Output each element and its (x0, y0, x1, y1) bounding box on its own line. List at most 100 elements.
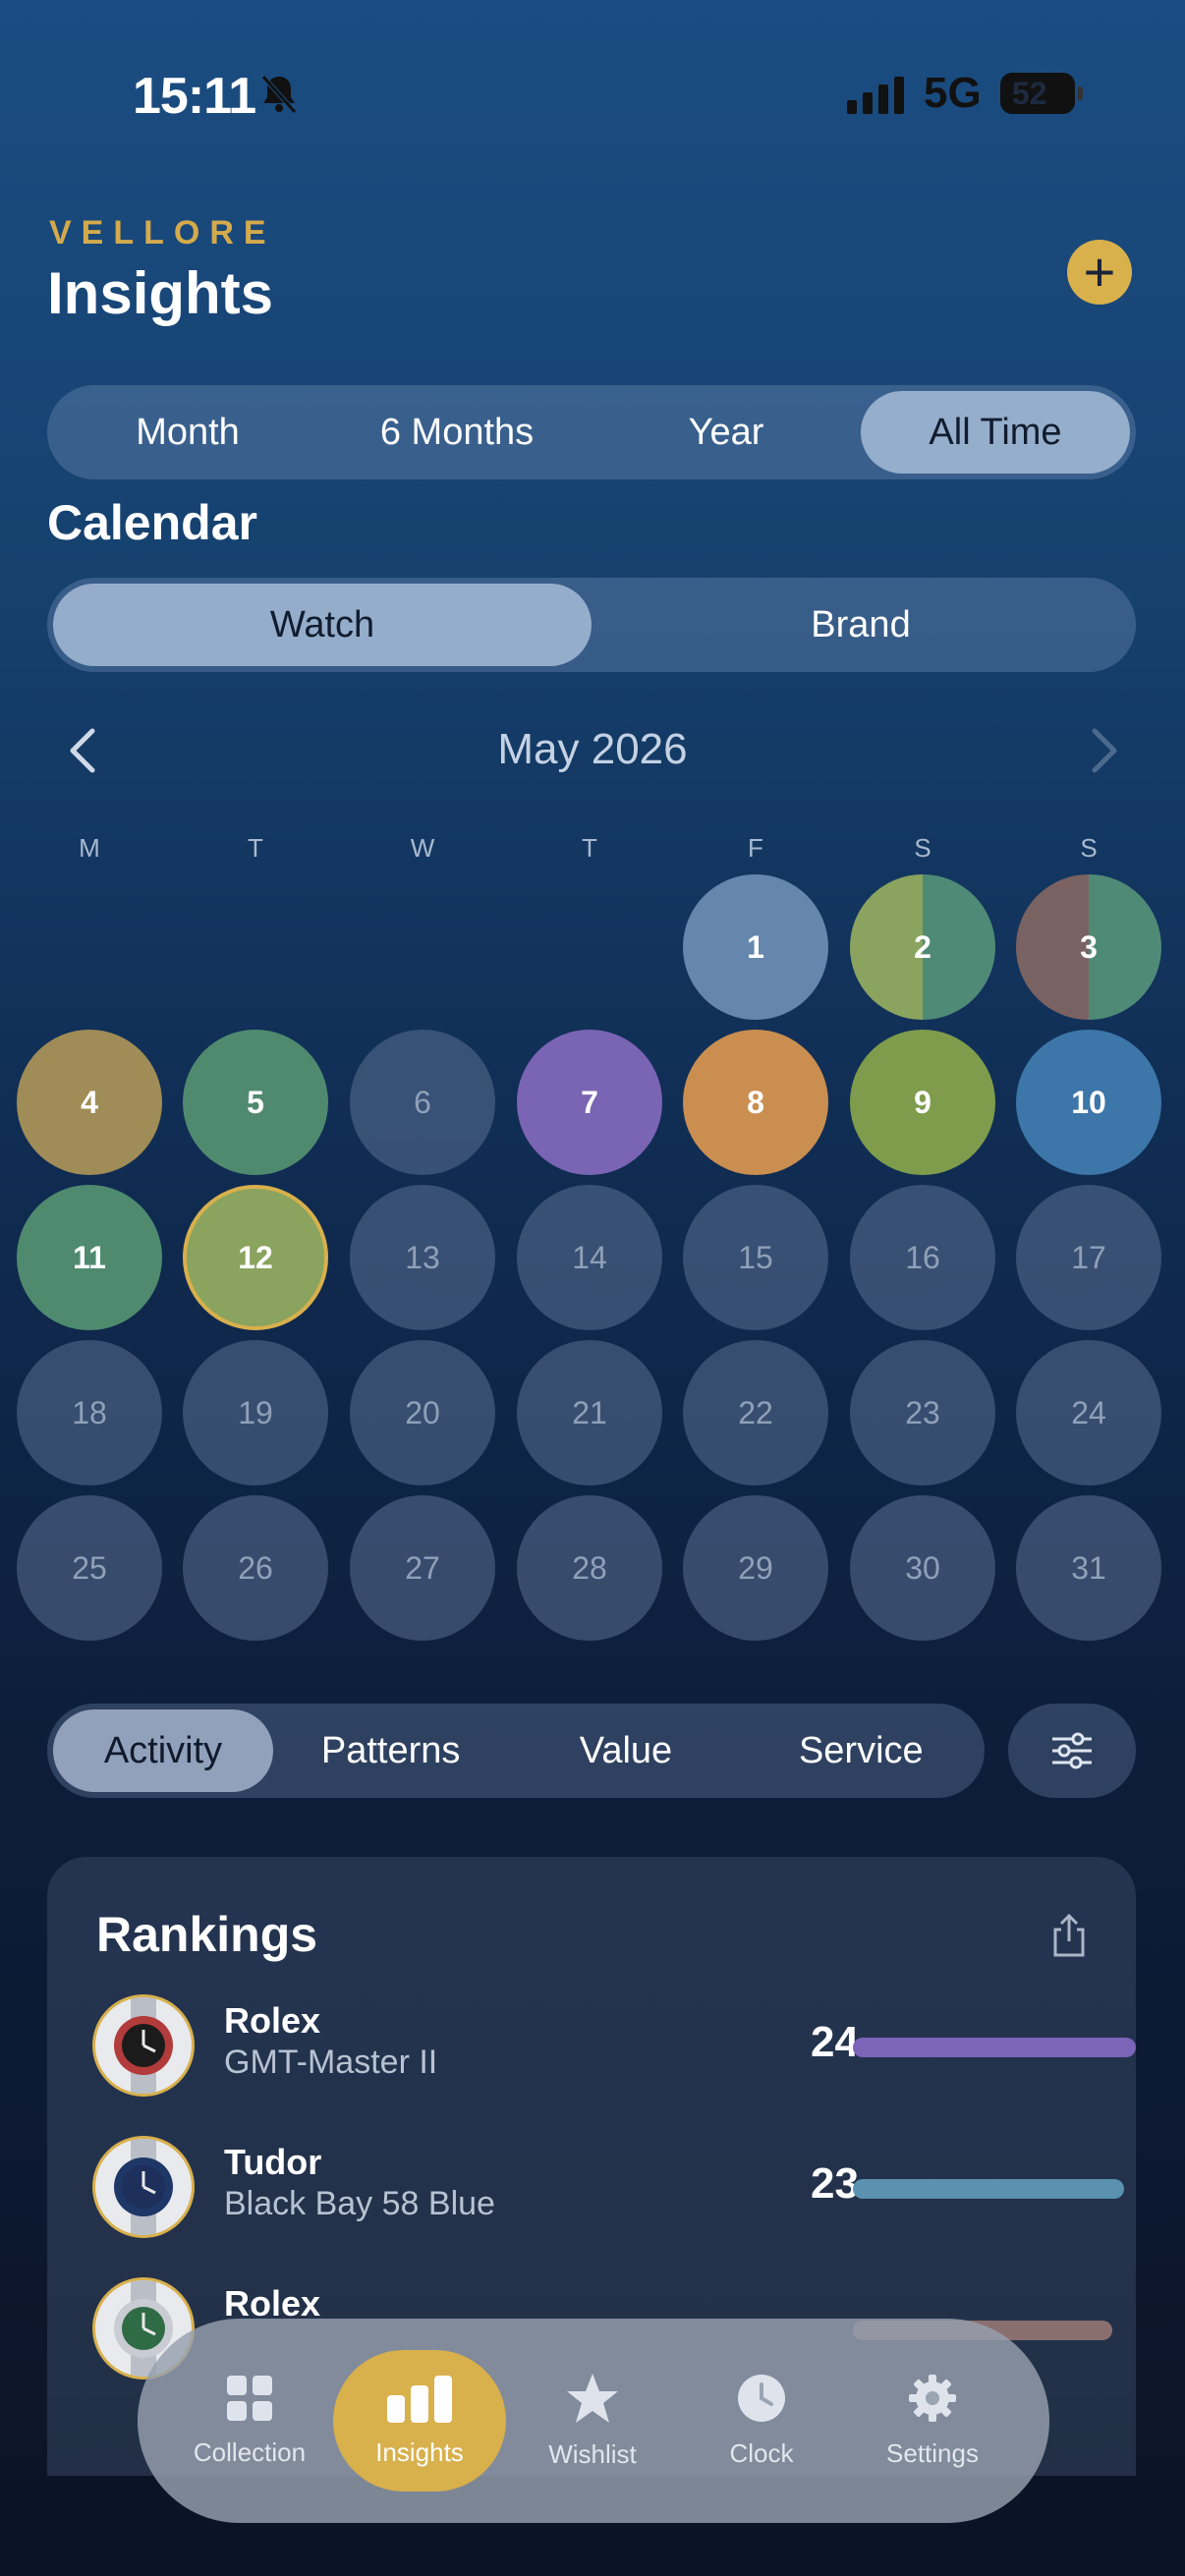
weekday-label: F (748, 833, 763, 863)
tabbar-item-wishlist[interactable]: Wishlist (509, 2319, 676, 2523)
brand-label: VELLORE (49, 214, 276, 252)
day-4[interactable]: 4 (17, 1030, 162, 1175)
battery-icon: 52 (1000, 73, 1083, 114)
day-10[interactable]: 10 (1016, 1030, 1161, 1175)
day-14[interactable]: 14 (517, 1185, 662, 1330)
day-15[interactable]: 15 (683, 1185, 828, 1330)
day-11[interactable]: 11 (17, 1185, 162, 1330)
ranking-brand: Rolex (224, 2000, 321, 2041)
time-range-selector: Month 6 Months Year All Time (47, 385, 1136, 479)
tabbar-item-settings[interactable]: Settings (849, 2319, 1016, 2523)
weekday-header: MTWTFSS (0, 833, 1185, 867)
watch-icon (114, 1997, 173, 2094)
weekday-label: S (914, 833, 931, 863)
day-2[interactable]: 2 (850, 874, 995, 1020)
day-21[interactable]: 21 (517, 1340, 662, 1485)
ranking-row[interactable]: Tudor Black Bay 58 Blue 23 (92, 2136, 1124, 2244)
share-icon[interactable] (1049, 1912, 1089, 1959)
day-5[interactable]: 5 (183, 1030, 328, 1175)
ranking-model: Black Bay 58 Blue (224, 2185, 495, 2222)
watch-icon (114, 2139, 173, 2235)
tabbar-label: Clock (729, 2438, 794, 2468)
day-22[interactable]: 22 (683, 1340, 828, 1485)
day-18[interactable]: 18 (17, 1340, 162, 1485)
tabbar-label: Wishlist (548, 2439, 637, 2469)
month-navigator: May 2026 (0, 717, 1185, 786)
day-24[interactable]: 24 (1016, 1340, 1161, 1485)
calendar-title: Calendar (47, 495, 257, 550)
weekday-label: T (582, 833, 597, 863)
calendar-mode-selector: Watch Brand (47, 578, 1136, 672)
signal-icon (847, 77, 904, 114)
day-17[interactable]: 17 (1016, 1185, 1161, 1330)
tabbar-item-collection[interactable]: Collection (166, 2319, 333, 2523)
weekday-label: S (1080, 833, 1098, 863)
day-27[interactable]: 27 (350, 1495, 495, 1641)
tabbar-label: Settings (886, 2438, 979, 2468)
day-28[interactable]: 28 (517, 1495, 662, 1641)
add-button[interactable]: + (1067, 240, 1132, 305)
tab-activity[interactable]: Activity (53, 1709, 273, 1792)
day-25[interactable]: 25 (17, 1495, 162, 1641)
ranking-brand: Tudor (224, 2142, 322, 2182)
gear-icon (907, 2373, 958, 2438)
tab-service[interactable]: Service (744, 1709, 979, 1792)
tabbar-label: Collection (193, 2437, 307, 2467)
clock-icon (736, 2373, 787, 2438)
tabbar-item-clock[interactable]: Clock (678, 2319, 845, 2523)
star-icon (565, 2372, 620, 2439)
day-9[interactable]: 9 (850, 1030, 995, 1175)
bell-muted-icon (261, 75, 297, 114)
tabbar-label: Insights (375, 2437, 464, 2467)
day-29[interactable]: 29 (683, 1495, 828, 1641)
battery-level: 52 (1012, 75, 1047, 111)
filter-button[interactable] (1008, 1704, 1136, 1798)
mode-option-watch[interactable]: Watch (53, 584, 592, 666)
weekday-label: W (410, 833, 435, 863)
day-30[interactable]: 30 (850, 1495, 995, 1641)
status-time: 15:11 (133, 68, 256, 125)
ranking-model: GMT-Master II (224, 2044, 438, 2081)
mode-option-brand[interactable]: Brand (592, 584, 1130, 666)
ranking-count: 24 (811, 2018, 859, 2066)
network-label: 5G (924, 69, 982, 117)
range-option-all-time[interactable]: All Time (861, 391, 1130, 474)
day-12[interactable]: 12 (183, 1185, 328, 1330)
sliders-icon (1052, 1732, 1092, 1769)
day-16[interactable]: 16 (850, 1185, 995, 1330)
day-19[interactable]: 19 (183, 1340, 328, 1485)
ranking-count: 23 (811, 2159, 859, 2208)
day-7[interactable]: 7 (517, 1030, 662, 1175)
range-option-month[interactable]: Month (53, 391, 322, 474)
weekday-label: M (79, 833, 100, 863)
ranking-bar (853, 2038, 1136, 2057)
ranking-bar (853, 2179, 1124, 2199)
chevron-right-icon[interactable] (1085, 725, 1124, 776)
day-13[interactable]: 13 (350, 1185, 495, 1330)
rankings-title: Rankings (96, 1907, 318, 1962)
watch-avatar (92, 2136, 195, 2238)
tab-bar: Collection Insights Wishlist Clock Settings (138, 2319, 1049, 2523)
chart-icon (385, 2374, 454, 2437)
watch-avatar (92, 1994, 195, 2097)
range-option-year[interactable]: Year (592, 391, 861, 474)
day-6[interactable]: 6 (350, 1030, 495, 1175)
range-option-6-months[interactable]: 6 Months (322, 391, 592, 474)
month-label: May 2026 (497, 725, 688, 773)
tab-patterns[interactable]: Patterns (273, 1709, 508, 1792)
day-20[interactable]: 20 (350, 1340, 495, 1485)
page-title: Insights (47, 260, 274, 326)
day-23[interactable]: 23 (850, 1340, 995, 1485)
day-26[interactable]: 26 (183, 1495, 328, 1641)
ranking-row[interactable]: Rolex GMT-Master II 24 (92, 1994, 1136, 2102)
tab-value[interactable]: Value (508, 1709, 743, 1792)
grid-icon (225, 2374, 274, 2437)
day-8[interactable]: 8 (683, 1030, 828, 1175)
weekday-label: T (248, 833, 263, 863)
screen: 15:11 5G 52 VELLORE Insights + Month 6 Mo… (0, 0, 1185, 2576)
day-31[interactable]: 31 (1016, 1495, 1161, 1641)
day-1[interactable]: 1 (683, 874, 828, 1020)
insight-tabs: Activity Patterns Value Service (47, 1704, 985, 1798)
tabbar-item-insights[interactable]: Insights (333, 2350, 506, 2492)
day-3[interactable]: 3 (1016, 874, 1161, 1020)
